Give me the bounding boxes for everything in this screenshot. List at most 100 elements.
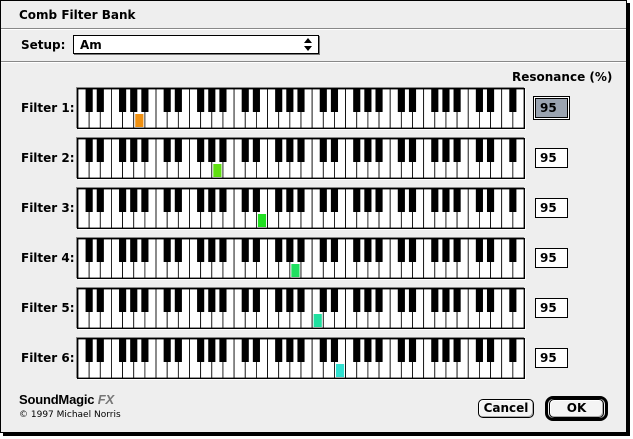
black-key[interactable] [453, 339, 461, 362]
black-key[interactable] [486, 289, 495, 312]
black-key[interactable] [453, 139, 461, 162]
black-key[interactable] [375, 189, 383, 212]
black-key[interactable] [119, 339, 127, 362]
black-key[interactable] [486, 89, 495, 112]
black-key[interactable] [330, 239, 339, 262]
black-key[interactable] [252, 189, 260, 212]
black-key[interactable] [509, 239, 517, 262]
black-key[interactable] [431, 189, 439, 212]
resonance-field[interactable]: 95 [534, 97, 569, 119]
black-key[interactable] [442, 339, 450, 362]
black-key[interactable] [130, 289, 138, 312]
black-key[interactable] [353, 339, 361, 362]
black-key[interactable] [241, 289, 249, 312]
black-key[interactable] [330, 339, 339, 362]
black-key[interactable] [85, 139, 93, 162]
black-key[interactable] [208, 89, 216, 112]
filter-keyboard[interactable] [77, 238, 525, 279]
black-key[interactable] [364, 289, 372, 312]
resonance-field[interactable]: 95 [535, 198, 568, 218]
black-key[interactable] [163, 239, 171, 262]
black-key[interactable] [141, 339, 149, 362]
black-key[interactable] [286, 189, 294, 212]
black-key[interactable] [330, 289, 339, 312]
black-key[interactable] [163, 139, 171, 162]
black-key[interactable] [208, 139, 216, 162]
black-key[interactable] [141, 89, 149, 112]
resonance-field[interactable]: 95 [535, 148, 568, 168]
black-key[interactable] [375, 239, 383, 262]
black-key[interactable] [96, 339, 104, 362]
black-key[interactable] [297, 289, 305, 312]
black-key[interactable] [431, 289, 439, 312]
black-key[interactable] [275, 89, 283, 112]
black-key[interactable] [208, 339, 216, 362]
black-key[interactable] [252, 139, 260, 162]
black-key[interactable] [130, 239, 138, 262]
black-key[interactable] [453, 189, 461, 212]
black-key[interactable] [197, 289, 205, 312]
black-key[interactable] [509, 139, 517, 162]
black-key[interactable] [174, 139, 182, 162]
black-key[interactable] [286, 339, 294, 362]
black-key[interactable] [241, 189, 249, 212]
black-key[interactable] [119, 139, 127, 162]
black-key[interactable] [453, 239, 461, 262]
black-key[interactable] [442, 289, 450, 312]
black-key[interactable] [408, 189, 417, 212]
setup-popup[interactable]: Am [73, 35, 319, 54]
black-key[interactable] [130, 189, 138, 212]
black-key[interactable] [197, 139, 205, 162]
black-key[interactable] [375, 89, 383, 112]
black-key[interactable] [408, 339, 417, 362]
black-key[interactable] [509, 339, 517, 362]
black-key[interactable] [85, 89, 93, 112]
black-key[interactable] [241, 139, 249, 162]
black-key[interactable] [353, 239, 361, 262]
filter-keyboard[interactable] [77, 288, 525, 329]
black-key[interactable] [275, 189, 283, 212]
black-key[interactable] [442, 89, 450, 112]
black-key[interactable] [197, 239, 205, 262]
black-key[interactable] [252, 339, 260, 362]
black-key[interactable] [96, 289, 104, 312]
black-key[interactable] [163, 339, 171, 362]
black-key[interactable] [319, 89, 327, 112]
black-key[interactable] [286, 89, 294, 112]
black-key[interactable] [475, 89, 483, 112]
black-key[interactable] [319, 139, 327, 162]
black-key[interactable] [397, 139, 405, 162]
black-key[interactable] [208, 289, 216, 312]
black-key[interactable] [286, 289, 294, 312]
black-key[interactable] [141, 289, 149, 312]
black-key[interactable] [174, 189, 182, 212]
black-key[interactable] [330, 139, 339, 162]
black-key[interactable] [353, 189, 361, 212]
black-key[interactable] [408, 239, 417, 262]
black-key[interactable] [197, 189, 205, 212]
black-key[interactable] [486, 239, 495, 262]
black-key[interactable] [397, 339, 405, 362]
black-key[interactable] [330, 89, 339, 112]
black-key[interactable] [364, 89, 372, 112]
black-key[interactable] [197, 89, 205, 112]
black-key[interactable] [85, 189, 93, 212]
black-key[interactable] [364, 139, 372, 162]
black-key[interactable] [85, 289, 93, 312]
black-key[interactable] [96, 139, 104, 162]
black-key[interactable] [252, 89, 260, 112]
black-key[interactable] [475, 239, 483, 262]
black-key[interactable] [319, 289, 327, 312]
black-key[interactable] [219, 139, 227, 162]
black-key[interactable] [275, 139, 283, 162]
black-key[interactable] [219, 89, 227, 112]
black-key[interactable] [174, 89, 182, 112]
black-key[interactable] [163, 89, 171, 112]
black-key[interactable] [364, 339, 372, 362]
black-key[interactable] [174, 239, 182, 262]
black-key[interactable] [319, 189, 327, 212]
filter-keyboard[interactable] [77, 138, 525, 179]
black-key[interactable] [241, 239, 249, 262]
black-key[interactable] [119, 239, 127, 262]
black-key[interactable] [397, 189, 405, 212]
